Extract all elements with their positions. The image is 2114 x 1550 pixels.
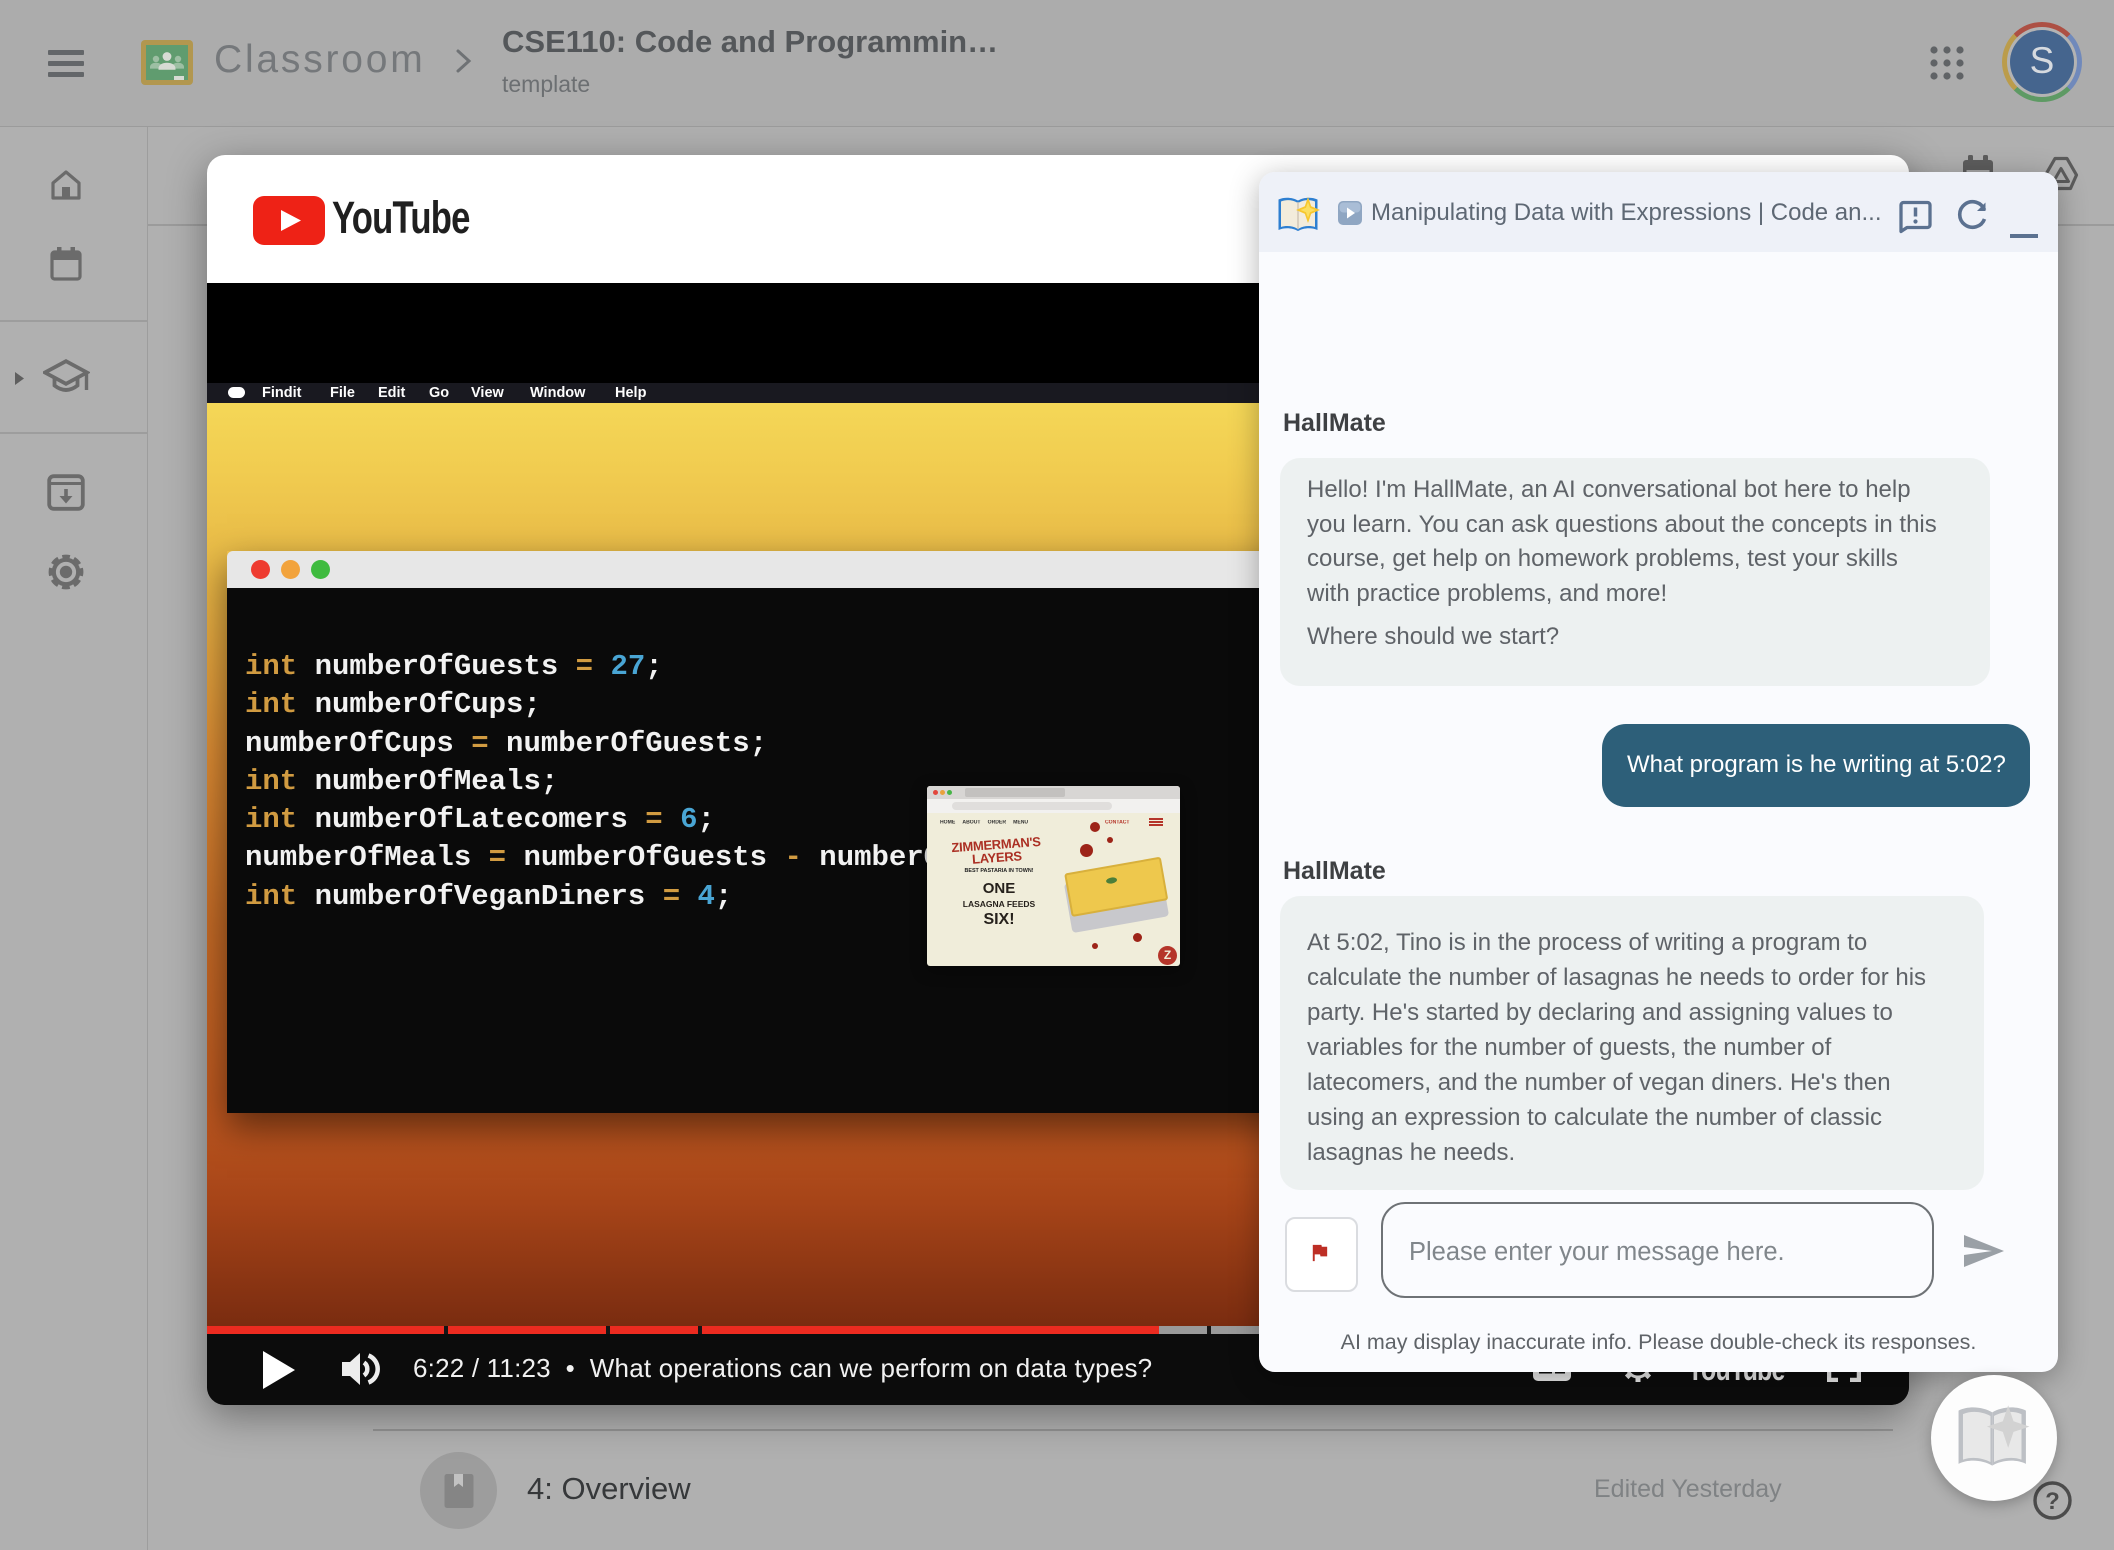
- svg-text:?: ?: [2045, 1488, 2060, 1515]
